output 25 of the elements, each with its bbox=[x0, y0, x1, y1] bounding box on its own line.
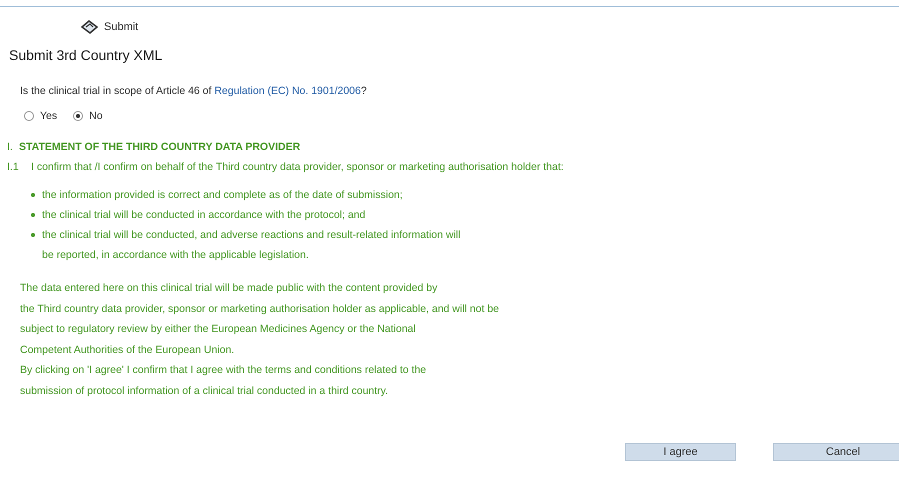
notice-text: The data entered here on this clinical trial will be made public with the content provided by bbox=[20, 281, 438, 296]
scope-question: Is the clinical trial in scope of Article 46 of Regulation (EC) No. 1901/2006? bbox=[20, 85, 368, 97]
submit-button[interactable]: Submit bbox=[80, 19, 138, 35]
clause-number: I.1 bbox=[7, 161, 20, 173]
section-heading: STATEMENT OF THE THIRD COUNTRY DATA PROVIDER bbox=[19, 141, 300, 153]
bullet-icon bbox=[31, 213, 35, 217]
notice-text: the Third country data provider, sponsor or marketing authorisation holder as applicable, and will not be bbox=[20, 302, 500, 317]
bullet-text: the clinical trial will be conducted, and adverse reactions and result-related information will be reported, in accordance with the applicable legislation. bbox=[42, 228, 460, 263]
radio-option[interactable]: Yes bbox=[24, 110, 58, 122]
notice-text: submission of protocol information of a clinical trial conducted in a third country. bbox=[20, 384, 388, 399]
section-number: I. bbox=[7, 141, 14, 153]
bullet-icon bbox=[31, 193, 35, 197]
dialog-button[interactable]: Cancel bbox=[773, 443, 899, 461]
notice-text: subject to regulatory review by either the European Medicines Agency or the National bbox=[20, 322, 416, 338]
page-title: Submit 3rd Country XML bbox=[9, 47, 164, 63]
diamond-icon bbox=[80, 19, 100, 35]
notice-text: Competent Authorities of the European Union. bbox=[20, 342, 234, 358]
bullet-text: the clinical trial will be conducted in accordance with the protocol; and bbox=[42, 208, 366, 223]
regulation-link[interactable]: Regulation (EC) No. 1901/2006 bbox=[214, 85, 361, 97]
radio-option[interactable]: No bbox=[73, 110, 103, 122]
clause-text: I confirm that /I confirm on behalf of the Third country data provider, sponsor or marketing authorisation holder that: bbox=[31, 161, 564, 173]
dialog-button[interactable]: I agree bbox=[625, 443, 736, 461]
bullet-icon bbox=[31, 233, 35, 237]
notice-text: By clicking on 'I agree' I confirm that I agree with the terms and conditions related to the bbox=[20, 363, 426, 378]
bullet-text: the information provided is correct and complete as of the date of submission; bbox=[42, 188, 403, 203]
